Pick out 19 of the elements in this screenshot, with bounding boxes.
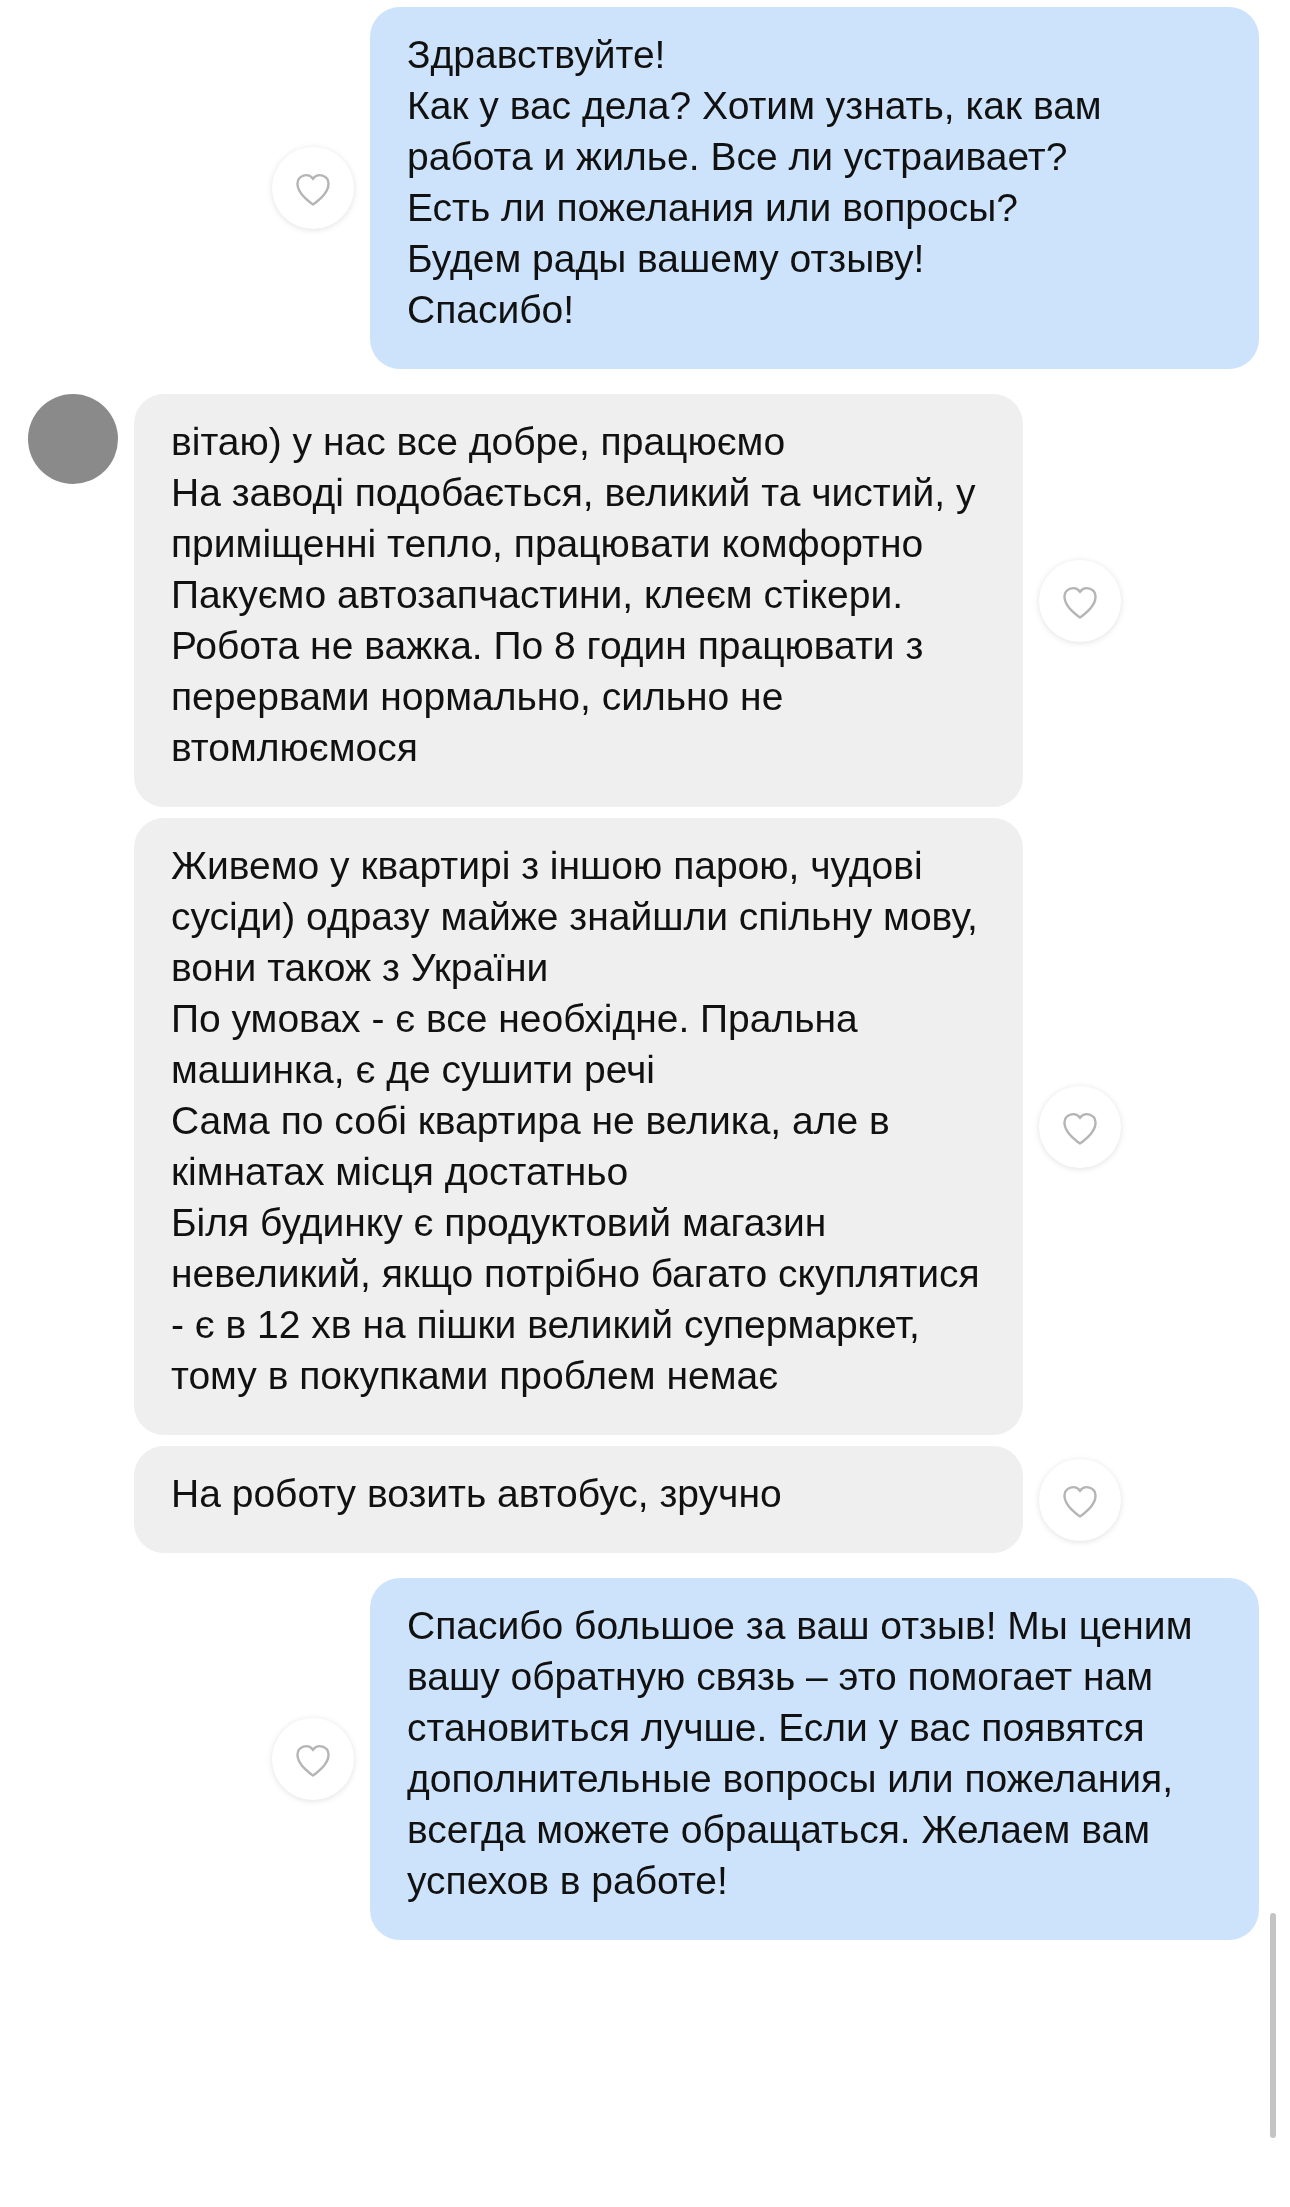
message-text: Здравствуйте!: [407, 32, 667, 78]
message-text: На роботу возить автобус, зручно: [171, 1471, 783, 1517]
message-text: Пакуємо автозапчастини, клеєм стікери. Робота не важка. По 8 годин працювати з перервами нормально, сильно не втомлюємося: [171, 572, 925, 771]
message-text: Спасибо большое за ваш отзыв! Мы ценим вашу обратную связь – это помогает нам становиться лучше. Если у вас появятся дополнительные вопросы или пожелания, всегда можете обращаться. Желаем вам успехов в работе!: [407, 1603, 1194, 1904]
like-button[interactable]: [1039, 559, 1121, 642]
message-text: Как у вас дела? Хотим узнать, как вам работа и жилье. Все ли устраивает?: [407, 83, 1103, 180]
like-button[interactable]: [272, 147, 354, 229]
message-text: вітаю) у нас все добре, працюємо: [171, 419, 787, 465]
message-text: На заводі подобається, великий та чистий, у приміщенні тепло, працювати комфортно: [171, 470, 977, 567]
message-text: Есть ли пожелания или вопросы?: [407, 185, 1019, 231]
message-text: Живемо у квартирі з іншою парою, чудові сусіди) одразу майже знайшли спільну мову, вони також з України: [171, 843, 979, 991]
message-text: Сама по собі квартира не велика, але в кімнатах місця достатньо: [171, 1098, 891, 1195]
like-button[interactable]: [1039, 1085, 1121, 1168]
like-button[interactable]: [272, 1718, 354, 1800]
message-text: Спасибо!: [407, 287, 576, 333]
message-text: Будем рады вашему отзыву!: [407, 236, 926, 282]
message-text: Біля будинку є продуктовий магазин невеликий, якщо потрібно багато скуплятися - є в 12 хв на пішки великий супермаркет, тому в покупками проблем немає: [171, 1200, 981, 1399]
like-button[interactable]: [1039, 1458, 1121, 1541]
message-text: По умовах - є все необхідне. Пральна машинка, є де сушити речі: [171, 996, 859, 1093]
